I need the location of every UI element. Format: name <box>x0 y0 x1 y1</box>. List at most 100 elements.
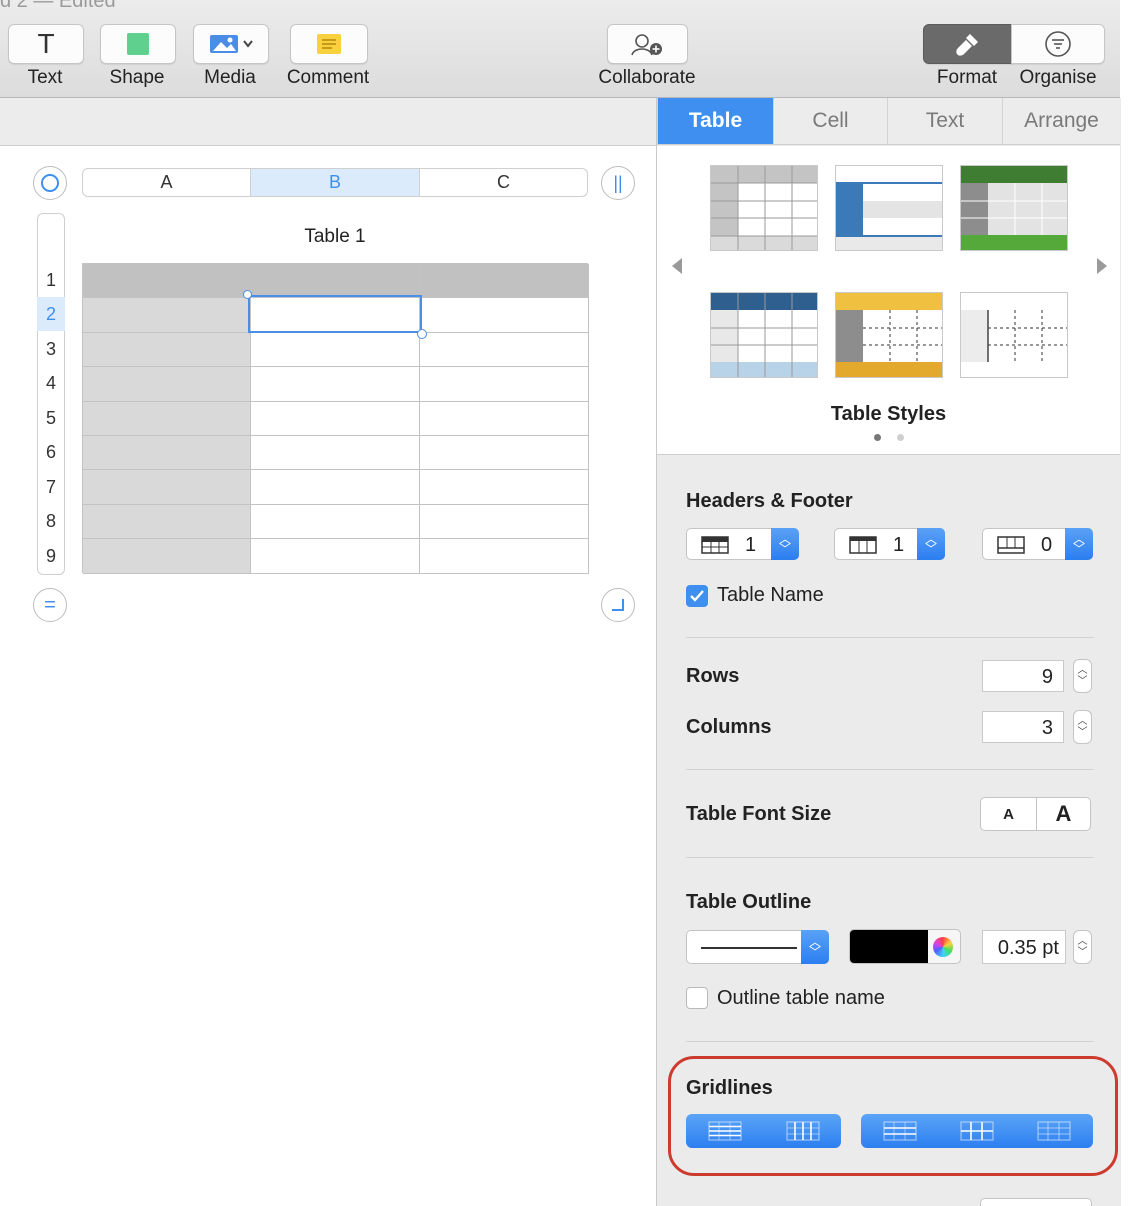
organise-icon <box>1045 31 1071 57</box>
table-style-3[interactable] <box>960 165 1068 251</box>
row-header-2[interactable]: 2 <box>37 297 65 331</box>
header-columns-arrows-icon[interactable]: ︿ ﹀ <box>917 528 945 560</box>
divider <box>686 1041 1094 1042</box>
columns-stepper-icon[interactable]: ︿ ﹀ <box>1073 710 1092 744</box>
page-dot[interactable] <box>897 434 904 441</box>
outline-style-arrows-icon[interactable]: ︿ ﹀ <box>801 930 829 964</box>
increase-font-button[interactable]: A <box>1037 798 1090 830</box>
table-cell[interactable] <box>420 298 589 333</box>
collaborate-button[interactable] <box>607 24 688 64</box>
add-column-handle[interactable]: || <box>601 166 635 200</box>
table-cell[interactable] <box>420 264 589 299</box>
table-style-1[interactable] <box>710 165 818 251</box>
table-cell[interactable] <box>420 367 589 402</box>
table-title[interactable]: Table 1 <box>82 226 588 248</box>
row-header-3[interactable]: 3 <box>37 332 65 366</box>
rows-stepper-icon[interactable]: ︿ ﹀ <box>1073 659 1092 693</box>
add-row-handle[interactable]: = <box>33 588 67 622</box>
table-cell[interactable] <box>420 436 589 471</box>
rows-field[interactable]: 9 <box>982 660 1064 692</box>
select-table-button[interactable] <box>33 166 67 200</box>
table-cell[interactable] <box>83 367 251 402</box>
selection-handle-bottom-right[interactable] <box>417 329 427 339</box>
shape-label: Shape <box>109 67 165 88</box>
table-name-label[interactable]: Table Name <box>717 584 824 607</box>
table-cell[interactable] <box>251 504 420 540</box>
row-header-9[interactable]: 9 <box>37 539 65 573</box>
table-cell[interactable] <box>420 504 589 540</box>
row-header-7[interactable]: 7 <box>37 470 65 504</box>
outline-width-stepper-icon[interactable]: ︿ ﹀ <box>1073 930 1092 964</box>
styles-next-arrow-icon[interactable] <box>1097 258 1107 274</box>
table-cell[interactable] <box>420 401 589 436</box>
text-button[interactable]: T <box>8 24 84 64</box>
table-cell[interactable] <box>251 367 420 402</box>
table-cell[interactable] <box>83 264 251 299</box>
styles-prev-arrow-icon[interactable] <box>672 258 682 274</box>
table-cell[interactable] <box>83 436 251 471</box>
column-header-c[interactable]: C <box>419 168 588 197</box>
tab-text[interactable]: Text <box>887 98 1002 145</box>
comment-icon <box>317 34 341 54</box>
footer-rows-icon <box>997 536 1025 554</box>
tab-arrange[interactable]: Arrange <box>1002 98 1120 145</box>
row-header-5[interactable]: 5 <box>37 401 65 435</box>
row-header-4[interactable]: 4 <box>37 366 65 400</box>
table-cell[interactable] <box>251 264 420 299</box>
outline-table-name-label[interactable]: Outline table name <box>717 987 885 1010</box>
decrease-font-button[interactable]: A <box>981 798 1037 830</box>
shape-button[interactable] <box>100 24 176 64</box>
table-cell[interactable] <box>83 332 251 368</box>
row-header-6[interactable]: 6 <box>37 435 65 469</box>
divider <box>686 637 1094 638</box>
table-cell[interactable] <box>83 298 251 333</box>
table-cell[interactable] <box>251 470 420 505</box>
selection-handle-top-left[interactable] <box>243 290 252 299</box>
outline-color-well[interactable] <box>849 929 961 964</box>
column-header-a[interactable]: A <box>82 168 251 197</box>
table-cell[interactable] <box>420 539 589 574</box>
header-rows-stepper[interactable]: 1 ︿ ﹀ <box>686 528 799 560</box>
header-columns-icon <box>849 536 877 554</box>
organise-button[interactable] <box>1011 24 1105 64</box>
page-dot-active[interactable] <box>874 434 881 441</box>
outline-width-field[interactable]: 0.35 pt <box>982 930 1066 964</box>
resize-table-handle[interactable] <box>601 588 635 622</box>
table-cell[interactable] <box>83 504 251 540</box>
table-cell[interactable] <box>83 539 251 574</box>
table-style-6[interactable] <box>960 292 1068 378</box>
comment-button[interactable] <box>290 24 368 64</box>
table-style-4[interactable] <box>710 292 818 378</box>
selected-cell[interactable] <box>248 295 422 333</box>
media-button[interactable] <box>193 24 269 64</box>
next-control-partial <box>980 1198 1092 1206</box>
table-cell[interactable] <box>83 470 251 505</box>
outline-table-name-checkbox[interactable] <box>686 987 708 1009</box>
row-header-1[interactable]: 1 <box>37 263 65 297</box>
table-style-5[interactable] <box>835 292 943 378</box>
outline-style-popup[interactable]: ︿ ﹀ <box>686 930 829 964</box>
row-header-8[interactable]: 8 <box>37 504 65 538</box>
footer-rows-arrows-icon[interactable]: ︿ ﹀ <box>1065 528 1093 560</box>
organise-label: Organise <box>1019 67 1097 88</box>
tab-table[interactable]: Table <box>657 98 773 145</box>
color-wheel-icon[interactable] <box>933 937 953 957</box>
table-style-2[interactable] <box>835 165 943 251</box>
table-cell[interactable] <box>420 332 589 368</box>
table-cell[interactable] <box>420 470 589 505</box>
media-icon <box>210 35 253 53</box>
header-columns-stepper[interactable]: 1 ︿ ﹀ <box>834 528 945 560</box>
table-name-checkbox[interactable] <box>686 585 708 607</box>
tab-cell[interactable]: Cell <box>773 98 887 145</box>
column-header-b[interactable]: B <box>250 168 420 197</box>
table-cell[interactable] <box>83 401 251 436</box>
table-cell[interactable] <box>251 332 420 368</box>
format-button[interactable] <box>923 24 1013 64</box>
table-cell[interactable] <box>251 401 420 436</box>
columns-field[interactable]: 3 <box>982 711 1064 743</box>
table-cell[interactable] <box>251 539 420 574</box>
header-rows-arrows-icon[interactable]: ︿ ﹀ <box>771 528 799 560</box>
header-rows-value: 1 <box>745 534 757 556</box>
table-cell[interactable] <box>251 436 420 471</box>
footer-rows-stepper[interactable]: 0 ︿ ﹀ <box>982 528 1093 560</box>
